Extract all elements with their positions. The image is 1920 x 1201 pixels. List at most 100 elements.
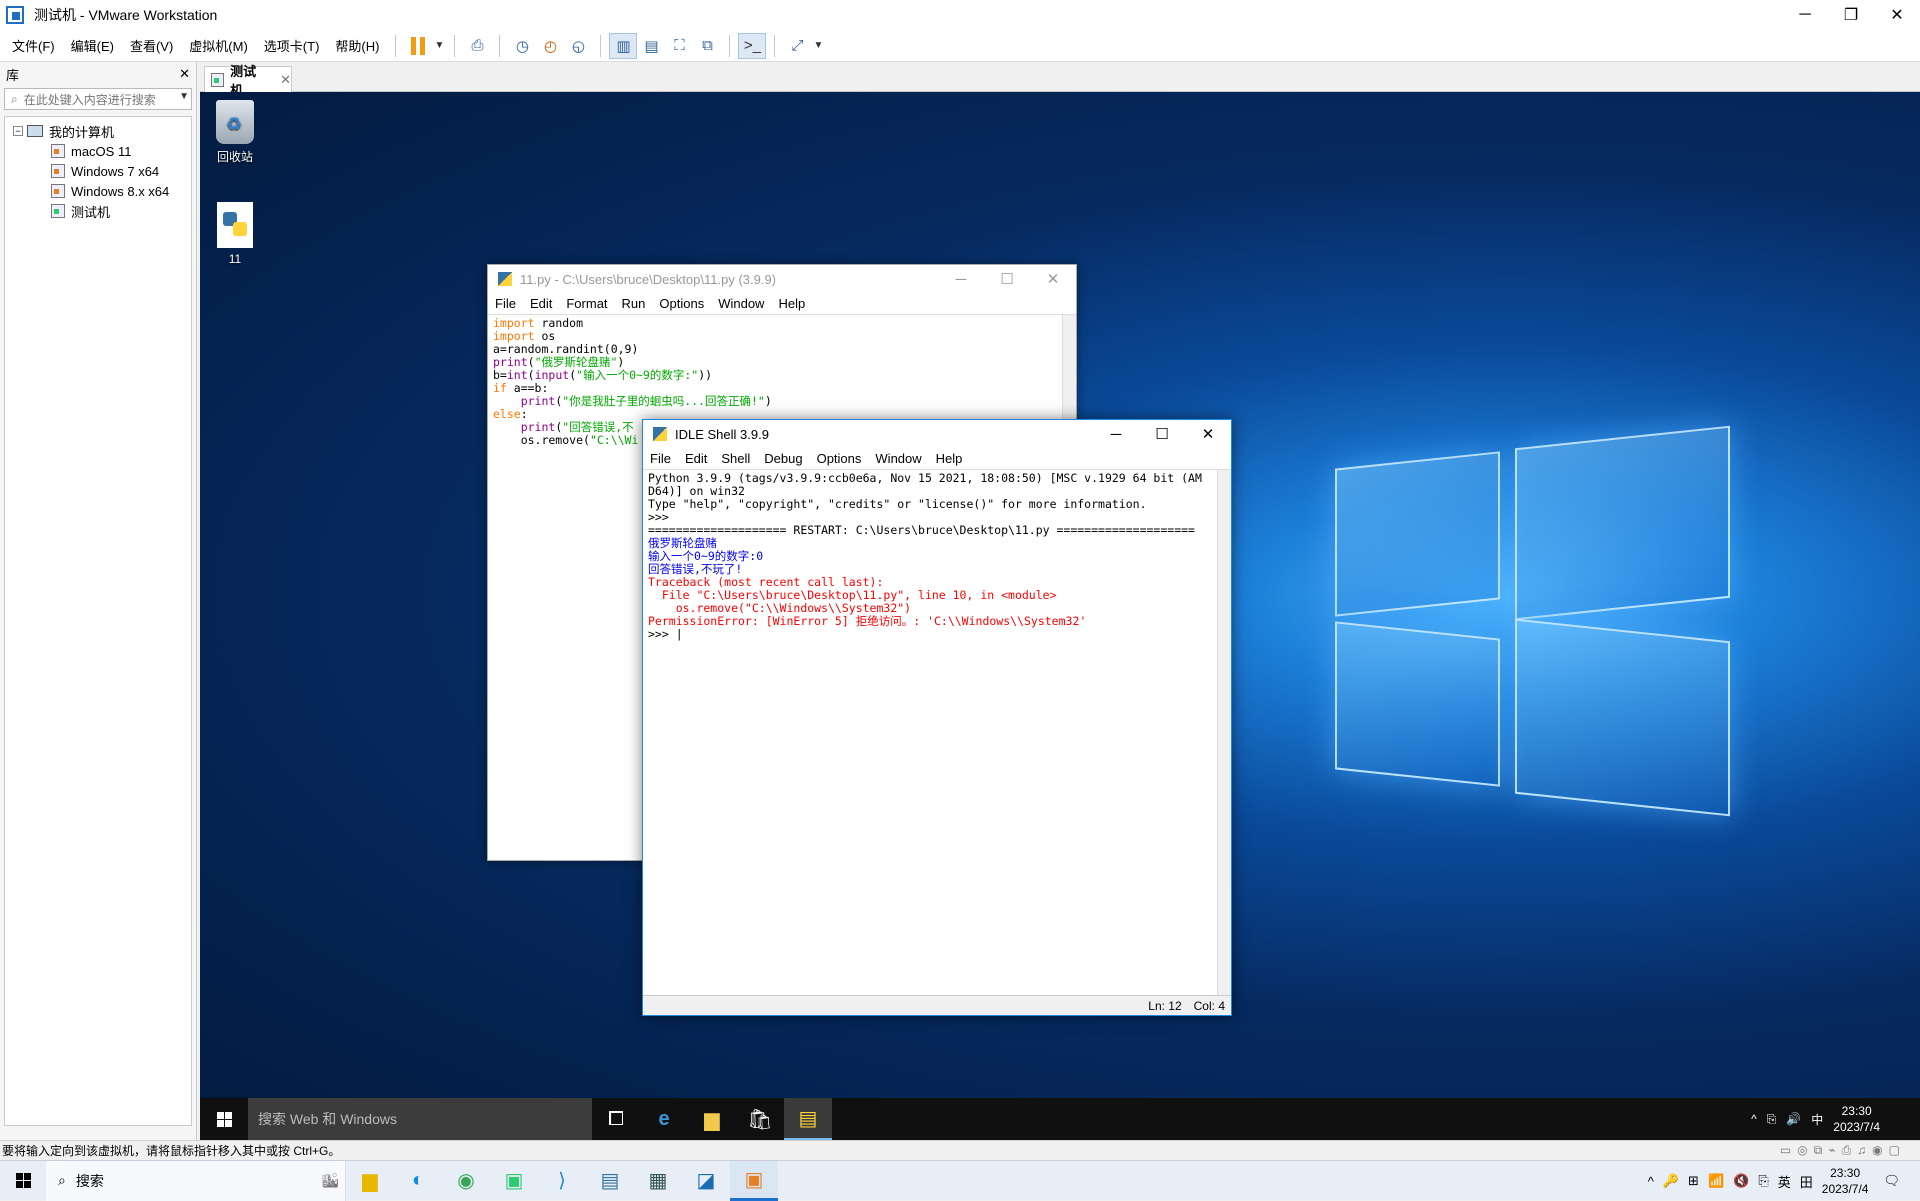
guest-desktop[interactable]: 回收站 11 11.py - C:\Users\bruce\Desktop\11… (200, 92, 1920, 1140)
host-vmware-button[interactable]: ▣ (730, 1160, 778, 1201)
shell-output-area[interactable]: Python 3.9.9 (tags/v3.9.9:ccb0e6a, Nov 1… (643, 470, 1231, 643)
menu-vm[interactable]: 虚拟机(M) (181, 36, 256, 55)
notification-icon[interactable]: 🗨 (1883, 1173, 1900, 1189)
shell-menu-edit[interactable]: Edit (678, 451, 714, 466)
thumbnail-bar-button[interactable]: ▤ (637, 33, 665, 59)
host-clock[interactable]: 23:30 2023/7/4 (1822, 1165, 1869, 1197)
snapshot-manager-button[interactable]: ◵ (564, 33, 592, 59)
key-app-icon[interactable]: 🔑 (1663, 1173, 1679, 1189)
editor-minimize-button[interactable]: ─ (938, 265, 984, 293)
pause-dropdown-button[interactable]: ▼ (432, 33, 446, 59)
shell-menu-file[interactable]: File (643, 451, 678, 466)
shell-maximize-button[interactable]: ☐ (1139, 420, 1185, 448)
guest-store-button[interactable]: 🛍 (736, 1098, 784, 1140)
message-icon[interactable]: ▢ (1889, 1143, 1900, 1158)
library-search-input[interactable]: ⌕ 在此处键入内容进行搜索 ▼ (4, 88, 192, 110)
host-edge-button[interactable]: ◐ (394, 1161, 442, 1201)
console-view-button[interactable]: >_ (738, 32, 767, 59)
unity-button[interactable]: ⧉ (693, 33, 721, 59)
idle-shell-window[interactable]: IDLE Shell 3.9.9 ─ ☐ ✕ File Edit Shell D… (642, 419, 1232, 1016)
restore-button[interactable]: ❐ (1828, 0, 1874, 30)
library-close-icon[interactable]: ✕ (179, 66, 190, 82)
editor-title-bar[interactable]: 11.py - C:\Users\bruce\Desktop\11.py (3.… (488, 265, 1076, 293)
guest-edge-button[interactable]: e (640, 1098, 688, 1140)
chevron-down-icon[interactable]: ▼ (179, 91, 189, 102)
host-explorer-button[interactable]: ▆ (346, 1161, 394, 1201)
host-vscode-button[interactable]: ⟩ (538, 1161, 586, 1201)
network-icon[interactable]: ⎘ (1758, 1173, 1768, 1189)
menu-tabs[interactable]: 选项卡(T) (256, 36, 328, 55)
pause-button[interactable] (404, 33, 432, 59)
shell-menu-window[interactable]: Window (868, 451, 928, 466)
menu-file[interactable]: 文件(F) (4, 36, 63, 55)
tree-root-my-computer[interactable]: − 我的计算机 (5, 121, 191, 141)
volume-icon[interactable]: 🔊 (1786, 1112, 1801, 1126)
guest-start-button[interactable] (200, 1098, 248, 1140)
menu-help[interactable]: 帮助(H) (327, 36, 387, 55)
editor-maximize-button[interactable]: ☐ (984, 265, 1030, 293)
editor-menu-format[interactable]: Format (559, 296, 614, 311)
network-icon[interactable]: ⎘ (1767, 1112, 1777, 1127)
tree-item-macos[interactable]: macOS 11 (5, 141, 191, 161)
show-library-button[interactable]: ▥ (609, 32, 638, 59)
grid-app-icon[interactable]: ⊞ (1688, 1173, 1699, 1189)
send-ctrl-alt-del-button[interactable]: ⎙ (463, 33, 491, 59)
menu-edit[interactable]: 编辑(E) (63, 36, 122, 55)
editor-menu-edit[interactable]: Edit (523, 296, 559, 311)
editor-menu-file[interactable]: File (488, 296, 523, 311)
hard-disk-icon[interactable]: ▭ (1780, 1143, 1791, 1158)
stretch-guest-button[interactable]: ⤢ (783, 33, 811, 59)
editor-menu-options[interactable]: Options (652, 296, 711, 311)
tab-test-vm[interactable]: 测试机 ✕ (204, 64, 292, 98)
shell-menu-options[interactable]: Options (810, 451, 869, 466)
guest-task-view-button[interactable]: ⧠ (592, 1098, 640, 1140)
desktop-icon-python-file[interactable]: 11 (200, 202, 270, 266)
take-snapshot-button[interactable]: ◷ (508, 33, 536, 59)
editor-menu-run[interactable]: Run (615, 296, 653, 311)
host-sublime-button[interactable]: ◪ (682, 1161, 730, 1201)
input-method-indicator[interactable]: 英 (1778, 1172, 1791, 1191)
host-green-app-button[interactable]: ▣ (490, 1161, 538, 1201)
shell-title-bar[interactable]: IDLE Shell 3.9.9 ─ ☐ ✕ (643, 420, 1231, 448)
display-icon[interactable]: ◉ (1872, 1143, 1882, 1158)
minimize-button[interactable]: ─ (1782, 0, 1828, 30)
wifi-icon[interactable]: 📶 (1708, 1173, 1724, 1189)
tray-overflow-icon[interactable]: ^ (1648, 1174, 1654, 1189)
shell-menu-help[interactable]: Help (929, 451, 970, 466)
editor-menu-help[interactable]: Help (771, 296, 812, 311)
menu-view[interactable]: 查看(V) (122, 36, 181, 55)
editor-menu-window[interactable]: Window (711, 296, 771, 311)
shell-menu-shell[interactable]: Shell (714, 451, 757, 466)
tree-item-win8[interactable]: Windows 8.x x64 (5, 181, 191, 201)
tree-item-win7[interactable]: Windows 7 x64 (5, 161, 191, 181)
volume-muted-icon[interactable]: 🔇 (1733, 1173, 1749, 1189)
close-button[interactable]: ✕ (1874, 0, 1920, 30)
stretch-dropdown-button[interactable]: ▼ (811, 33, 825, 59)
host-remote-desktop-button[interactable]: ▦ (634, 1161, 682, 1201)
collapse-icon[interactable]: − (13, 126, 23, 136)
guest-explorer-button[interactable]: ▆ (688, 1098, 736, 1140)
guest-search-box[interactable]: 搜索 Web 和 Windows (248, 1098, 592, 1140)
host-search-box[interactable]: ⌕ 搜索 🏙 (46, 1160, 346, 1201)
network-adapter-icon[interactable]: ⧉ (1814, 1143, 1823, 1158)
desktop-icon-recycle-bin[interactable]: 回收站 (200, 100, 270, 165)
host-start-button[interactable] (0, 1161, 46, 1201)
cd-drive-icon[interactable]: ◎ (1797, 1143, 1807, 1158)
tree-item-test-vm[interactable]: 测试机 (5, 201, 191, 221)
city-widget-icon[interactable]: 🏙 (321, 1172, 339, 1189)
shell-close-button[interactable]: ✕ (1185, 420, 1231, 448)
guest-clock[interactable]: 23:30 2023/7/4 (1833, 1103, 1880, 1135)
usb-icon[interactable]: ⌁ (1828, 1143, 1835, 1158)
shell-menu-debug[interactable]: Debug (757, 451, 809, 466)
sound-card-icon[interactable]: ♫ (1857, 1143, 1866, 1158)
shell-scrollbar[interactable] (1217, 470, 1231, 995)
input-method-indicator[interactable]: 中 (1811, 1111, 1823, 1128)
editor-close-button[interactable]: ✕ (1030, 265, 1076, 293)
shell-minimize-button[interactable]: ─ (1093, 420, 1139, 448)
printer-icon[interactable]: ⎙ (1842, 1143, 1852, 1158)
guest-idle-button[interactable]: ▤ (784, 1098, 832, 1140)
host-python-file-button[interactable]: ▤ (586, 1161, 634, 1201)
tray-overflow-icon[interactable]: ^ (1751, 1112, 1757, 1126)
revert-snapshot-button[interactable]: ◴ (536, 33, 564, 59)
ime-mode-icon[interactable]: 田 (1800, 1172, 1813, 1191)
